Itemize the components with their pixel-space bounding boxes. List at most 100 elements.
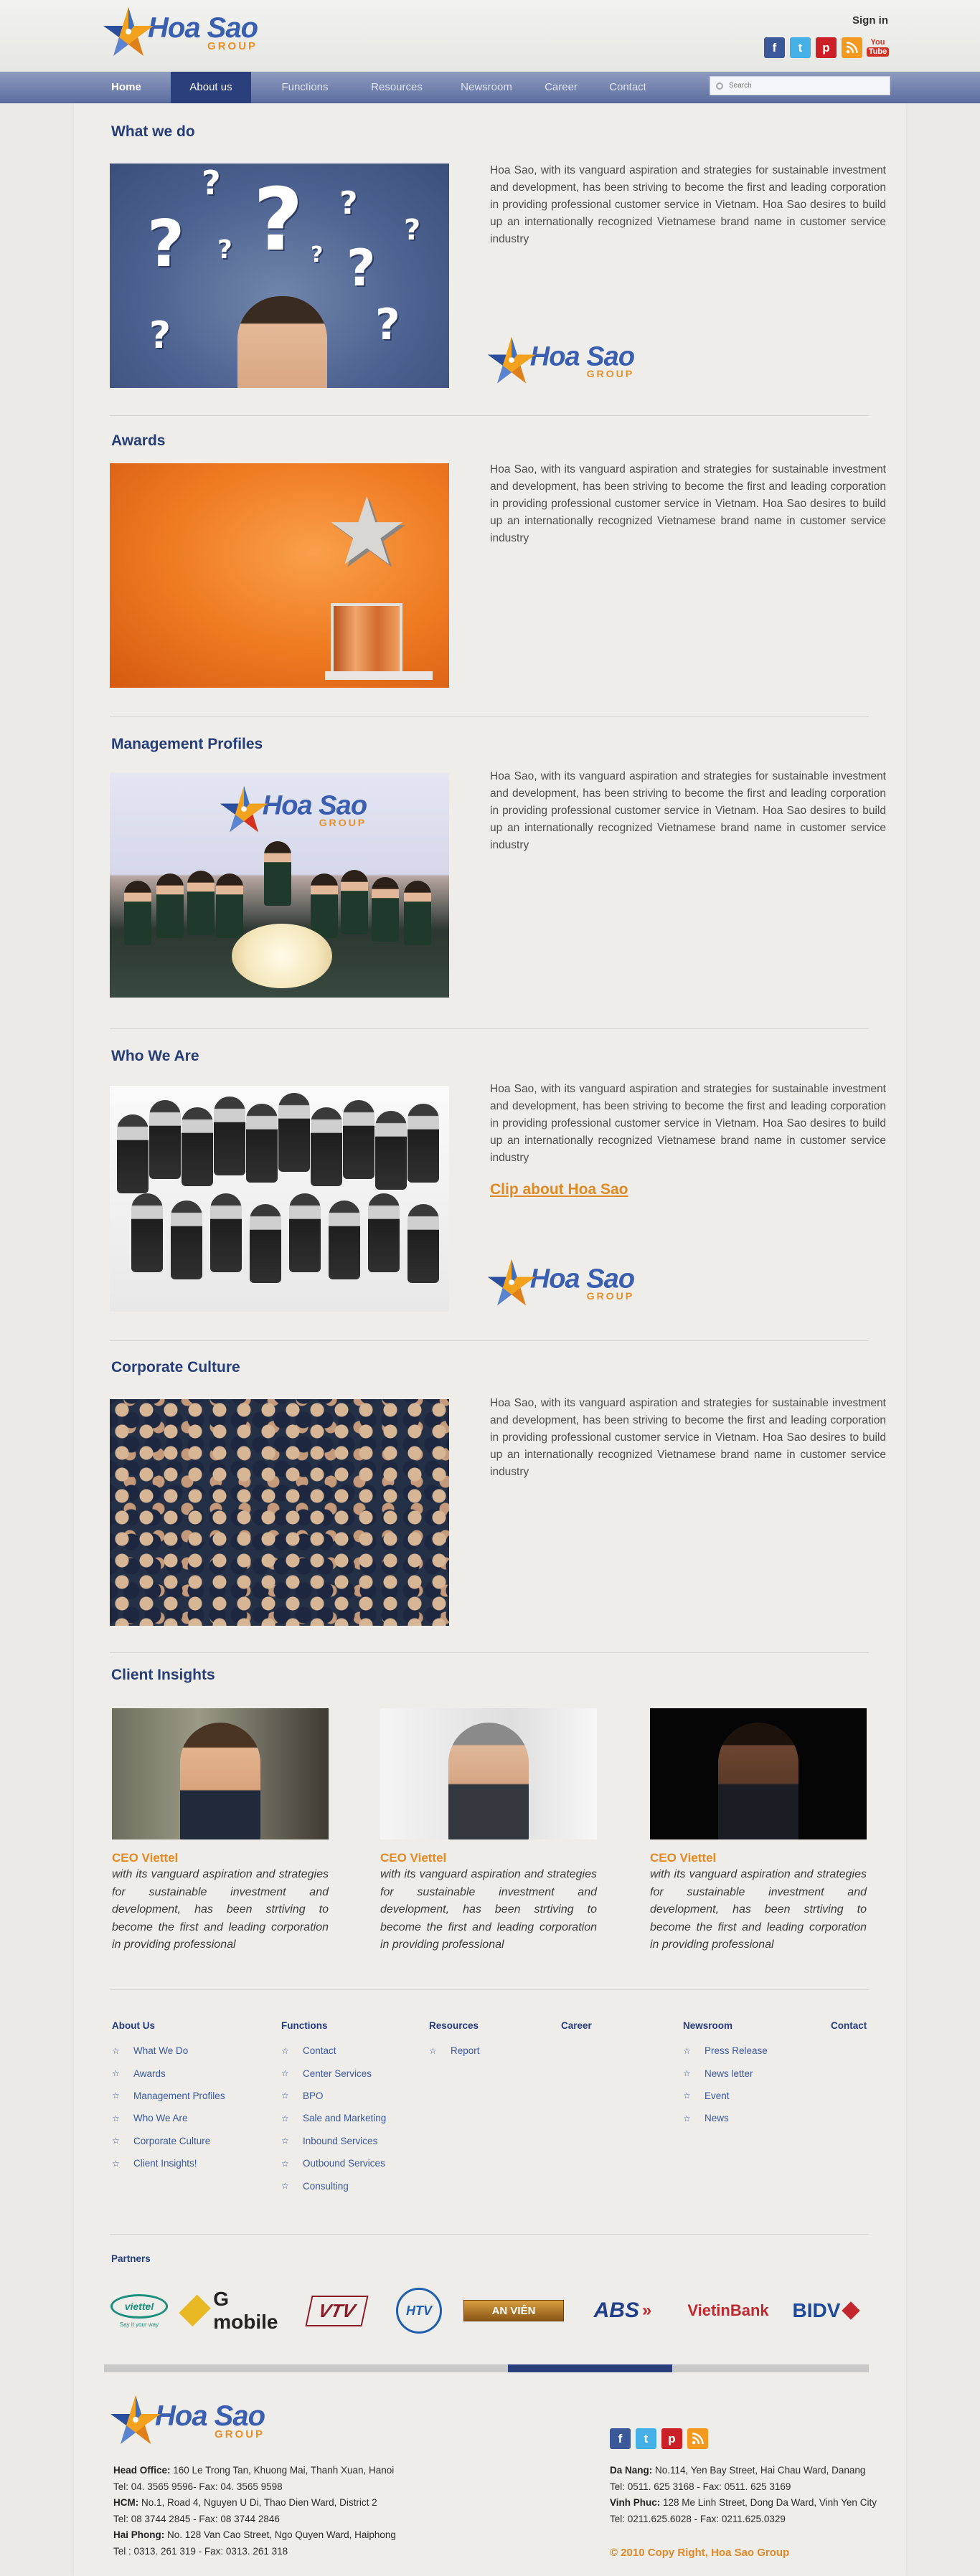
footer-link[interactable]: ☆ Who We Are (112, 2107, 225, 2129)
nav-career[interactable]: Career (532, 72, 590, 103)
footer-link[interactable]: ☆ BPO (281, 2085, 386, 2107)
trophy-star-icon: ★ (325, 479, 409, 584)
facebook-icon[interactable]: f (610, 2428, 631, 2449)
footer-bar (104, 2364, 869, 2372)
logo-star-icon (485, 334, 538, 387)
footer-col-title[interactable]: Career (561, 2020, 592, 2031)
team-member (407, 1204, 439, 1283)
sign-in-link[interactable]: Sign in (852, 14, 888, 27)
address-line: Tel : 0313. 261 319 - Fax: 0313. 261 318 (113, 2545, 288, 2557)
nav-resources[interactable]: Resources (361, 72, 433, 103)
partner-logo-abs[interactable]: ABS » (580, 2288, 666, 2334)
footer-link[interactable]: ☆ Event (683, 2085, 768, 2107)
corporate-culture-image (110, 1399, 449, 1626)
partner-logo-vtv[interactable]: VTV (294, 2288, 379, 2334)
team-member (131, 1193, 163, 1272)
footer-col-title[interactable]: About Us (112, 2020, 225, 2031)
twitter-icon[interactable]: t (790, 37, 811, 58)
section-title-what-we-do: What we do (111, 123, 195, 140)
section-divider (110, 415, 869, 416)
client-role: CEO Viettel (380, 1851, 447, 1865)
team-member (278, 1093, 310, 1172)
footer-link[interactable]: ☆ Inbound Services (281, 2130, 386, 2152)
footer-link[interactable]: ☆ Sale and Marketing (281, 2107, 386, 2129)
address-line: Tel: 04. 3565 9596- Fax: 04. 3565 9598 (113, 2481, 283, 2492)
partner-logo-htv[interactable]: HTV (392, 2288, 446, 2334)
rss-icon[interactable] (687, 2428, 708, 2449)
logo-star-icon (217, 783, 270, 836)
nav-contact[interactable]: Contact (599, 72, 656, 103)
person (156, 873, 184, 938)
nav-home[interactable]: Home (100, 72, 152, 103)
partner-logo-vietinbank[interactable]: VietinBank (682, 2288, 775, 2334)
search-icon[interactable] (716, 82, 723, 90)
star-icon: ☆ (281, 2045, 289, 2056)
nav-functions[interactable]: Functions (269, 72, 341, 103)
management-text: Hoa Sao, with its vanguard aspiration an… (490, 770, 886, 851)
section-divider (110, 1340, 869, 1341)
footer-link[interactable]: ☆ Press Release (683, 2040, 768, 2062)
footer-link[interactable]: ☆ Center Services (281, 2062, 386, 2084)
footer-link[interactable]: ☆ Outbound Services (281, 2152, 386, 2174)
team-member (343, 1100, 374, 1179)
footer-col-title[interactable]: Functions (281, 2020, 386, 2031)
team-member (289, 1193, 321, 1272)
footer-bar-accent (508, 2364, 672, 2372)
team-member (329, 1201, 360, 1279)
who-we-are-text: Hoa Sao, with its vanguard aspiration an… (490, 1083, 886, 1164)
footer-link[interactable]: ☆ Client Insights! (112, 2152, 225, 2174)
section-divider (110, 2234, 869, 2235)
footer-col-title[interactable]: Contact (831, 2020, 867, 2031)
site-header: Hoa Sao GROUP Sign in f t p You Tube (0, 0, 980, 72)
footer-link[interactable]: ☆ What We Do (112, 2040, 225, 2062)
partner-logo-gmobile[interactable]: G mobile (179, 2288, 278, 2334)
footer-col-title[interactable]: Resources (429, 2020, 480, 2031)
address-line: Da Nang: No.114, Yen Bay Street, Hai Cha… (610, 2465, 866, 2476)
what-we-do-image: ? ? ? ? ? ? ? ? ? ? (110, 164, 449, 388)
star-icon: ☆ (281, 2136, 289, 2146)
address-block-right: Da Nang: No.114, Yen Bay Street, Hai Cha… (610, 2463, 877, 2527)
nav-newsroom[interactable]: Newsroom (451, 72, 522, 103)
footer-logo[interactable]: Hoa Sao GROUP (108, 2392, 265, 2448)
header-social-links: f t p You Tube (764, 37, 890, 58)
search-box (710, 76, 890, 95)
pinterest-icon[interactable]: p (816, 37, 837, 58)
copyright: © 2010 Copy Right, Hoa Sao Group (610, 2547, 790, 2559)
pinterest-icon[interactable]: p (661, 2428, 682, 2449)
partner-logo-anvien[interactable]: AN VIÊN (463, 2288, 564, 2334)
person (341, 870, 368, 934)
partner-logo-bidv[interactable]: BIDV (785, 2288, 865, 2334)
youtube-icon[interactable]: You Tube (866, 37, 890, 58)
footer-link[interactable]: ☆ Consulting (281, 2174, 386, 2197)
section-title-awards: Awards (111, 432, 166, 449)
clip-about-link[interactable]: Clip about Hoa Sao (490, 1181, 628, 1198)
nav-about-us[interactable]: About us (171, 72, 251, 103)
search-input[interactable] (729, 82, 872, 90)
logo-name: Hoa Sao (262, 790, 367, 820)
footer-link[interactable]: ☆ Report (429, 2040, 480, 2062)
footer-link[interactable]: ☆ Corporate Culture (112, 2130, 225, 2152)
footer-col-title[interactable]: Newsroom (683, 2020, 768, 2031)
section-divider (110, 716, 869, 717)
footer-link[interactable]: ☆ Management Profiles (112, 2085, 225, 2107)
footer-link[interactable]: ☆ News (683, 2107, 768, 2129)
client-quote: with its vanguard aspiration and strateg… (650, 1868, 867, 1951)
facebook-icon[interactable]: f (764, 37, 785, 58)
partner-logo-viettel[interactable]: viettel Say it your way (108, 2288, 171, 2334)
footer-link[interactable]: ☆ Awards (112, 2062, 225, 2084)
rss-icon[interactable] (842, 37, 862, 58)
star-icon: ☆ (683, 2068, 691, 2079)
footer-link[interactable]: ☆ Contact (281, 2040, 386, 2062)
client-quote: with its vanguard aspiration and strateg… (380, 1868, 597, 1951)
section-divider (110, 1989, 869, 1990)
twitter-icon[interactable]: t (636, 2428, 656, 2449)
brand-logo[interactable]: Hoa Sao GROUP (100, 4, 258, 60)
address-line: Tel: 0211.625.6028 - Fax: 0211.625.0329 (610, 2513, 786, 2524)
client-photo (650, 1708, 867, 1839)
what-we-do-text: Hoa Sao, with its vanguard aspiration an… (490, 164, 886, 245)
star-icon: ☆ (281, 2113, 289, 2123)
team-member (210, 1193, 242, 1272)
footer-link[interactable]: ☆ News letter (683, 2062, 768, 2084)
address-line: Hai Phong: No. 128 Van Cao Street, Ngo Q… (113, 2529, 396, 2540)
logo-name: Hoa Sao (148, 11, 258, 44)
